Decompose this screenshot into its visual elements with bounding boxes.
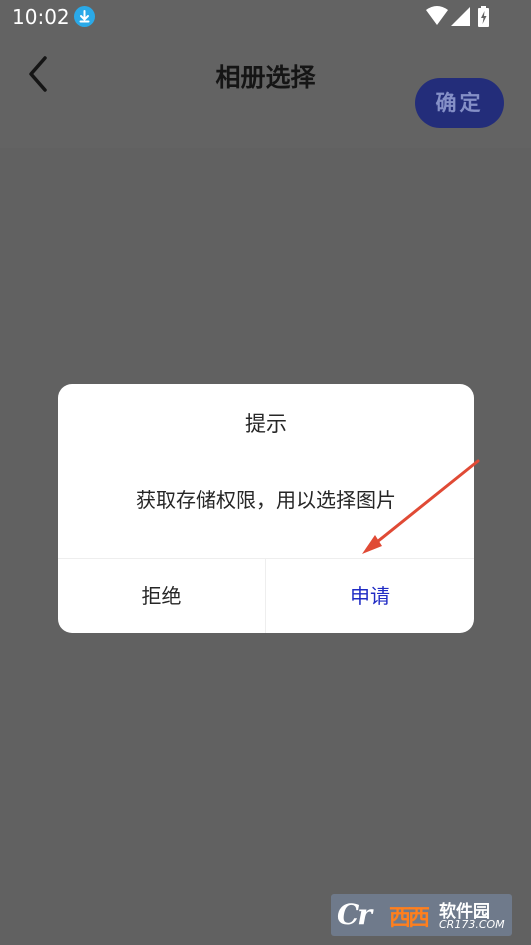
status-bar: 10:02 <box>0 0 531 36</box>
download-icon <box>74 6 95 27</box>
signal-icon <box>451 7 470 26</box>
watermark-brand: 西西 <box>389 906 430 931</box>
dialog-title: 提示 <box>245 412 287 436</box>
deny-button[interactable]: 拒绝 <box>58 559 265 633</box>
wifi-icon <box>426 6 448 25</box>
apply-button[interactable]: 申请 <box>266 559 474 633</box>
confirm-button[interactable]: 确定 <box>415 78 504 128</box>
annotation-arrow-icon <box>362 459 480 554</box>
status-time: 10:02 <box>12 5 70 29</box>
watermark: Cr 西西 软件园 CR173.COM <box>331 894 512 936</box>
battery-charging-icon <box>478 6 489 27</box>
watermark-logo: Cr <box>337 898 372 931</box>
status-icons <box>426 6 489 27</box>
watermark-domain: CR173.COM <box>439 918 505 931</box>
